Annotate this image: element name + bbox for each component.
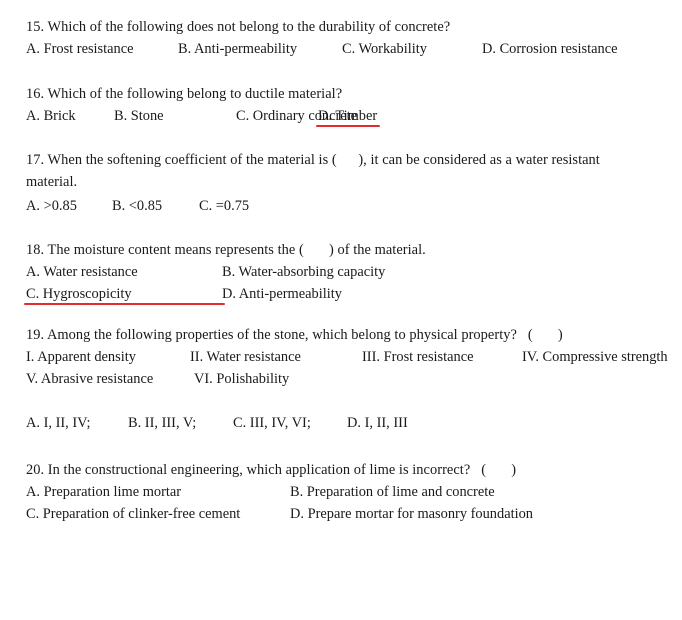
option-19-a[interactable]: A. I, II, IV;	[26, 412, 128, 434]
question-block-16: 16. Which of the following belong to duc…	[26, 83, 656, 127]
option-18-a[interactable]: A. Water resistance	[26, 261, 222, 283]
question-19-spacer	[517, 327, 528, 343]
question-18-answer-blank[interactable]	[304, 242, 329, 258]
option-17-a[interactable]: A. >0.85	[26, 195, 112, 217]
question-18-stem: 18. The moisture content means represent…	[26, 239, 656, 261]
question-18-options-row2: C. Hygroscopicity D. Anti-permeability	[24, 283, 656, 305]
document-page: 15. Which of the following does not belo…	[0, 0, 682, 620]
option-20-d[interactable]: D. Prepare mortar for masonry foundation	[290, 503, 533, 525]
question-20-stem-part1: 20. In the constructional engineering, w…	[26, 462, 471, 478]
option-19-d[interactable]: D. I, II, III	[347, 412, 408, 434]
question-19-paren-close: )	[557, 327, 563, 343]
question-17-options: A. >0.85 B. <0.85 C. =0.75	[26, 195, 656, 217]
question-19-items-row2: V. Abrasive resistance VI. Polishability	[26, 368, 656, 390]
question-19-item-3: III. Frost resistance	[362, 349, 474, 365]
question-19-item-4: IV. Compressive strength	[522, 349, 668, 365]
question-19-item-6: VI. Polishability	[194, 371, 290, 387]
question-19-stem: 19. Among the following properties of th…	[26, 324, 656, 346]
question-18-stem-part2: ) of the material.	[329, 242, 426, 258]
question-17-stem-part2: ), it can be considered as a water resis…	[358, 152, 600, 168]
option-15-a[interactable]: A. Frost resistance	[26, 38, 178, 60]
option-16-b[interactable]: B. Stone	[114, 105, 236, 127]
question-17-stem-line1: 17. When the softening coefficient of th…	[26, 149, 656, 171]
question-20-options-row1: A. Preparation lime mortar B. Preparation…	[26, 481, 656, 503]
option-18-c[interactable]: C. Hygroscopicity	[24, 283, 225, 305]
question-block-18: 18. The moisture content means represent…	[24, 239, 656, 305]
question-17-stem-line2: material.	[26, 174, 78, 190]
question-19-options: A. I, II, IV; B. II, III, V; C. III, IV, V…	[26, 412, 656, 434]
option-15-b[interactable]: B. Anti-permeability	[178, 38, 342, 60]
option-20-a[interactable]: A. Preparation lime mortar	[26, 481, 290, 503]
question-16-options: A. Brick B. Stone C. Ordinary concreteD. T…	[26, 105, 656, 127]
option-20-b[interactable]: B. Preparation of lime and concrete	[290, 481, 495, 503]
question-20-answer-blank[interactable]	[486, 462, 511, 478]
question-20-spacer	[470, 462, 481, 478]
question-15-options: A. Frost resistance B. Anti-permeability C…	[26, 38, 656, 60]
option-16-d[interactable]: D. Timber	[315, 105, 381, 127]
option-17-b[interactable]: B. <0.85	[112, 195, 199, 217]
option-16-a[interactable]: A. Brick	[26, 105, 114, 127]
option-18-d[interactable]: D. Anti-permeability	[222, 283, 342, 305]
option-17-c[interactable]: C. =0.75	[199, 195, 249, 217]
question-17-stem-part1: 17. When the softening coefficient of th…	[26, 152, 337, 168]
question-19-items-row1: I. Apparent density II. Water resistance I…	[26, 346, 668, 368]
question-18-options-row1: A. Water resistance B. Water-absorbing ca…	[26, 261, 656, 283]
option-15-d[interactable]: D. Corrosion resistance	[482, 38, 617, 60]
question-15-stem: 15. Which of the following does not belo…	[26, 19, 451, 35]
question-20-options-row2: C. Preparation of clinker-free cement D. …	[26, 503, 656, 525]
question-16-stem: 16. Which of the following belong to duc…	[26, 86, 343, 102]
question-19-stem-part1: 19. Among the following properties of th…	[26, 327, 517, 343]
option-19-b[interactable]: B. II, III, V;	[128, 412, 233, 434]
question-17-answer-blank[interactable]	[337, 152, 359, 168]
question-block-15: 15. Which of the following does not belo…	[26, 16, 656, 60]
question-18-stem-part1: 18. The moisture content means represent…	[26, 242, 304, 258]
question-19-item-1: I. Apparent density	[26, 349, 136, 365]
question-block-19: 19. Among the following properties of th…	[26, 324, 668, 434]
question-19-answer-blank[interactable]	[533, 327, 558, 343]
question-block-17: 17. When the softening coefficient of th…	[26, 149, 656, 217]
question-block-20: 20. In the constructional engineering, w…	[26, 459, 656, 525]
question-19-item-5: V. Abrasive resistance	[26, 371, 154, 387]
option-20-c[interactable]: C. Preparation of clinker-free cement	[26, 503, 290, 525]
option-18-b[interactable]: B. Water-absorbing capacity	[222, 261, 385, 283]
question-20-paren-close: )	[511, 462, 517, 478]
question-19-item-2: II. Water resistance	[190, 349, 301, 365]
question-20-stem: 20. In the constructional engineering, w…	[26, 459, 656, 481]
option-16-c[interactable]: C. Ordinary concrete	[236, 105, 357, 127]
option-15-c[interactable]: C. Workability	[342, 38, 482, 60]
option-19-c[interactable]: C. III, IV, VI;	[233, 412, 347, 434]
